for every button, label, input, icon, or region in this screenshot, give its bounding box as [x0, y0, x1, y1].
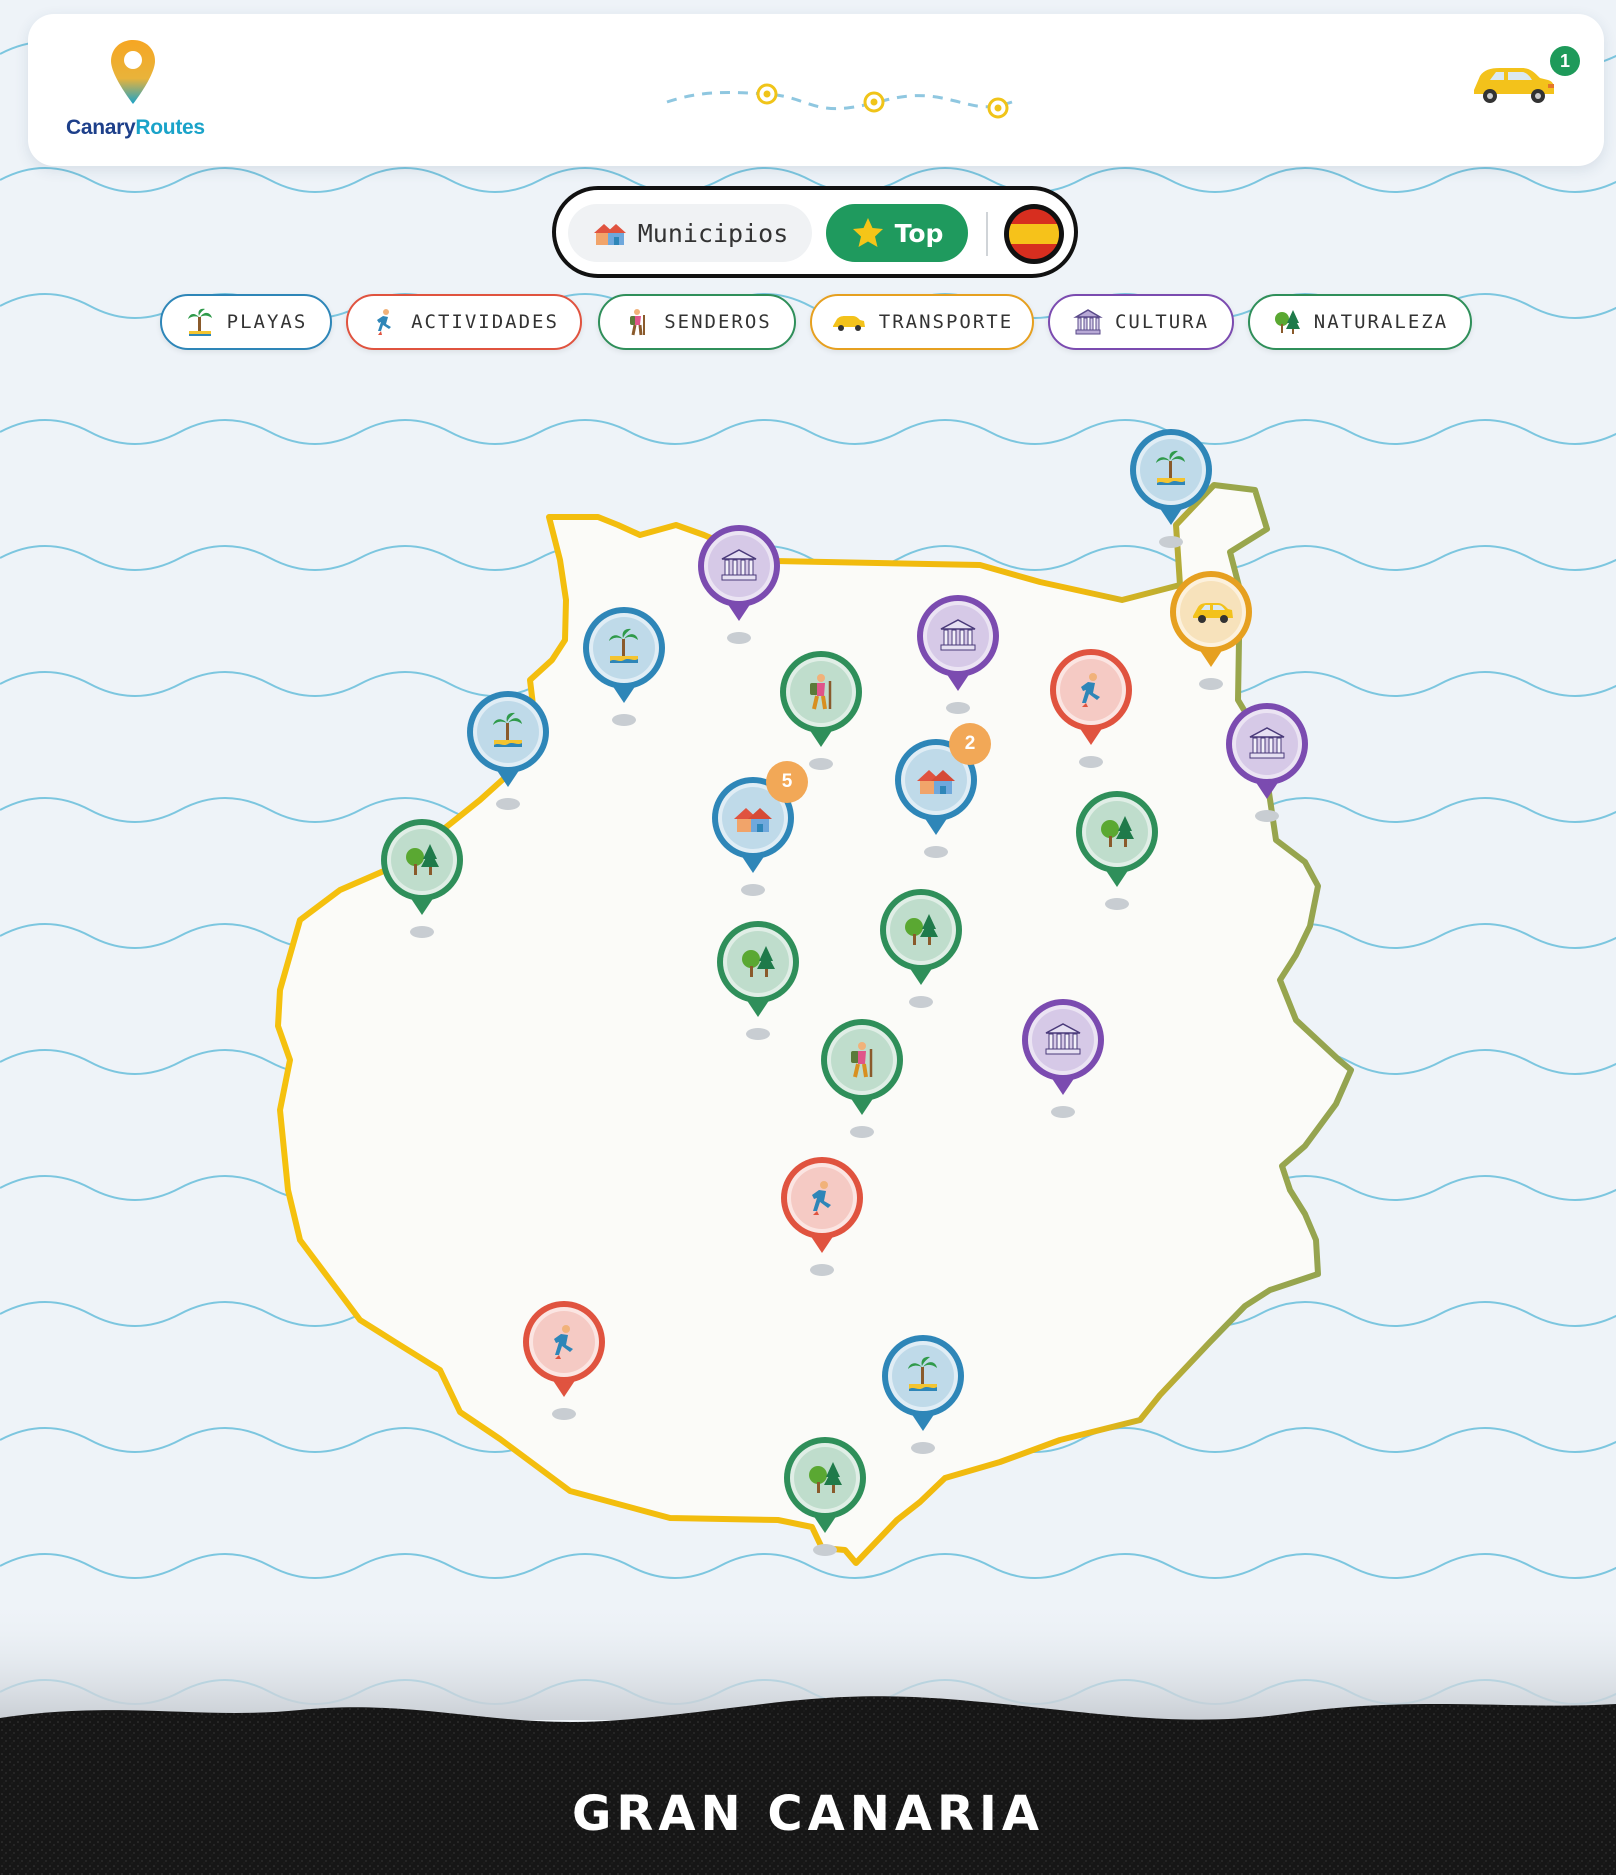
hiker-icon: [821, 1019, 903, 1138]
filter-naturaleza[interactable]: NATURALEZA: [1248, 294, 1472, 350]
route-dots-decoration: [666, 83, 1013, 119]
museum-icon: [1073, 307, 1103, 337]
map-pin-activity[interactable]: [519, 1297, 609, 1427]
filter-transporte[interactable]: TRANSPORTE: [810, 294, 1034, 350]
runner-icon: [369, 307, 399, 337]
map-pin-nature[interactable]: [876, 885, 966, 1015]
car-icon: [831, 310, 867, 334]
museum-icon: [1022, 999, 1104, 1118]
top-button[interactable]: Top: [826, 204, 968, 262]
trees-icon: [1076, 791, 1158, 910]
filter-playas[interactable]: PLAYAS: [160, 294, 332, 350]
filter-actividades[interactable]: ACTIVIDADES: [346, 294, 582, 350]
logo-text: CanaryRoutes: [66, 116, 236, 140]
location-pin-logo-icon: [111, 40, 155, 104]
map-pin-nature[interactable]: [377, 815, 467, 945]
map-pin-nature[interactable]: [780, 1433, 870, 1563]
top-header: CanaryRoutes: [28, 14, 1604, 166]
mode-divider: [986, 212, 988, 256]
map-pin-culture[interactable]: [1222, 699, 1312, 829]
cart-button[interactable]: [1460, 30, 1560, 120]
filter-transporte-label: TRANSPORTE: [878, 311, 1014, 333]
logo-text-part2: Routes: [135, 116, 205, 139]
runner-icon: [781, 1157, 863, 1276]
cart-count-badge: 1: [1550, 46, 1580, 76]
mode-toggle-bar: Municipios Top: [552, 186, 1078, 278]
runner-icon: [1050, 649, 1132, 768]
trees-icon: [717, 921, 799, 1040]
filter-cultura-label: CULTURA: [1114, 311, 1210, 333]
map-pin-nature[interactable]: [713, 917, 803, 1047]
hiker-icon: [622, 307, 652, 337]
museum-icon: [1226, 703, 1308, 822]
top-label: Top: [894, 218, 944, 248]
cluster-count-badge: 2: [949, 723, 991, 765]
spain-flag-icon: [1004, 204, 1064, 264]
hiker-icon: [780, 651, 862, 770]
filter-cultura[interactable]: CULTURA: [1048, 294, 1234, 350]
filter-actividades-label: ACTIVIDADES: [411, 311, 559, 333]
trees-icon: [784, 1437, 866, 1556]
island-name: GRAN CANARIA: [571, 1786, 1045, 1842]
car-icon: [1474, 68, 1554, 103]
houses-icon: [593, 224, 626, 245]
palm-beach-icon: [882, 1335, 964, 1454]
gran-canaria-map[interactable]: [0, 0, 1616, 1875]
map-pin-beach[interactable]: [1126, 425, 1216, 555]
star-icon: [852, 218, 883, 247]
palm-beach-icon: [1130, 429, 1212, 548]
map-pin-transport[interactable]: [1166, 567, 1256, 697]
trees-icon: [381, 819, 463, 938]
map-pin-culture[interactable]: [913, 591, 1003, 721]
map-pin-beach[interactable]: [878, 1331, 968, 1461]
map-pin-municipality[interactable]: 5: [708, 761, 808, 903]
palm-beach-icon: [583, 607, 665, 726]
car-icon: [1170, 571, 1252, 690]
language-button[interactable]: [1002, 202, 1066, 266]
map-pin-culture[interactable]: [1018, 995, 1108, 1125]
map-pin-nature[interactable]: [1072, 787, 1162, 917]
cluster-count-badge: 5: [766, 761, 808, 803]
filter-senderos-label: SENDEROS: [664, 311, 772, 333]
map-pin-municipality[interactable]: 2: [891, 723, 991, 865]
filter-playas-label: PLAYAS: [226, 311, 308, 333]
museum-icon: [917, 595, 999, 714]
map-pin-trail[interactable]: [817, 1015, 907, 1145]
municipios-button[interactable]: Municipios: [568, 204, 812, 262]
trees-icon: [1272, 307, 1302, 337]
filter-naturaleza-label: NATURALEZA: [1313, 311, 1449, 333]
trees-icon: [880, 889, 962, 1008]
runner-icon: [523, 1301, 605, 1420]
app-logo[interactable]: CanaryRoutes: [66, 38, 216, 148]
filter-senderos[interactable]: SENDEROS: [598, 294, 796, 350]
map-pin-activity[interactable]: [777, 1153, 867, 1283]
palm-beach-icon: [467, 691, 549, 810]
museum-icon: [698, 525, 780, 644]
map-pin-activity[interactable]: [1046, 645, 1136, 775]
map-pin-beach[interactable]: [463, 687, 553, 817]
map-pin-trail[interactable]: [776, 647, 866, 777]
map-pin-beach[interactable]: [579, 603, 669, 733]
map-pin-culture[interactable]: [694, 521, 784, 651]
municipios-label: Municipios: [637, 218, 789, 248]
logo-text-part1: Canary: [66, 116, 136, 139]
palm-beach-icon: [185, 307, 215, 337]
category-filters: PLAYAS ACTIVIDADES SENDEROS TRANSPORTE C…: [0, 294, 1616, 352]
